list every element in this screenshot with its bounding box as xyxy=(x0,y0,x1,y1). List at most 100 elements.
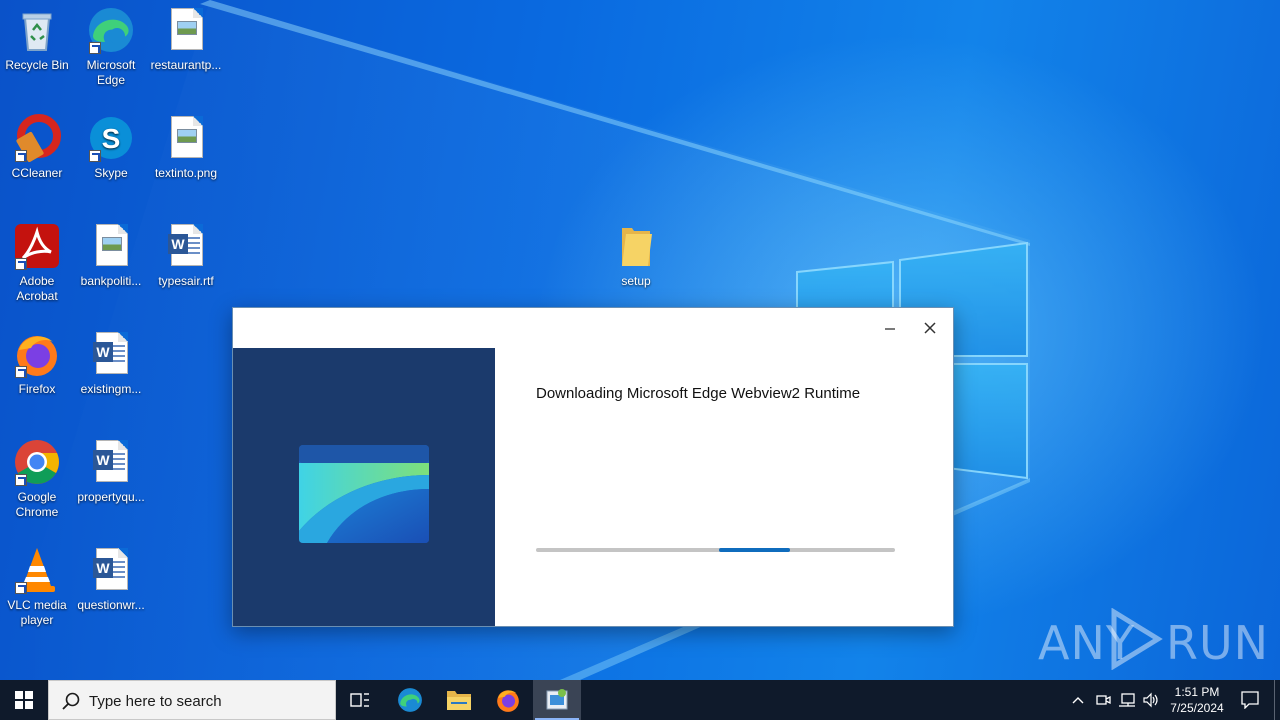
anyrun-watermark: ANY RUN xyxy=(1038,608,1268,672)
desktop-icon-label: Firefox xyxy=(18,382,56,396)
shortcut-arrow-icon xyxy=(89,150,101,162)
show-desktop-button[interactable] xyxy=(1274,680,1280,720)
volume-icon xyxy=(1143,692,1158,708)
play-logo-icon xyxy=(1111,608,1163,670)
minimize-button[interactable] xyxy=(870,312,910,344)
download-status-text: Downloading Microsoft Edge Webview2 Runt… xyxy=(536,385,861,402)
desktop-icon-setup[interactable]: setup xyxy=(599,222,673,289)
desktop-icon-label: textinto.png xyxy=(154,166,218,180)
desktop-icon-label: bankpoliti... xyxy=(80,274,142,288)
desktop-icon-label: Microsoft Edge xyxy=(86,58,136,87)
close-button[interactable] xyxy=(910,312,950,344)
shortcut-arrow-icon xyxy=(15,366,27,378)
desktop-icon-label: Skype xyxy=(94,166,128,180)
desktop-icon-ccleaner[interactable]: CCleaner xyxy=(0,114,74,181)
webview2-logo-icon xyxy=(299,445,429,543)
window-titlebar[interactable] xyxy=(233,308,953,348)
desktop-icon-propertyqu[interactable]: W propertyqu... xyxy=(74,438,148,505)
tray-network-button[interactable] xyxy=(1116,680,1138,720)
webview2-installer-window: Downloading Microsoft Edge Webview2 Runt… xyxy=(232,307,954,627)
download-progress-indicator xyxy=(719,548,790,552)
taskbar-installer-button[interactable] xyxy=(533,680,581,720)
start-button[interactable] xyxy=(0,680,48,720)
edge-icon xyxy=(87,6,135,54)
taskbar-search-box[interactable]: Type here to search xyxy=(48,680,336,720)
taskbar-firefox-button[interactable] xyxy=(484,680,532,720)
desktop-icon-existingm[interactable]: W existingm... xyxy=(74,330,148,397)
desktop-icon-adobe-acrobat[interactable]: Adobe Acrobat xyxy=(0,222,74,304)
desktop-icon-recycle-bin[interactable]: Recycle Bin xyxy=(0,6,74,73)
taskbar: Type here to search 1:51 PM 7/25/2024 xyxy=(0,680,1280,720)
notification-icon xyxy=(1241,691,1259,709)
desktop-icon-label: restaurantp... xyxy=(150,58,222,72)
folder-icon xyxy=(612,222,660,270)
word-document-icon: W xyxy=(162,222,210,270)
desktop-icon-label: propertyqu... xyxy=(77,490,145,504)
taskbar-edge-button[interactable] xyxy=(386,680,434,720)
minimize-icon xyxy=(885,328,895,330)
clock-time: 1:51 PM xyxy=(1174,685,1220,699)
shortcut-arrow-icon xyxy=(15,582,27,594)
desktop-icon-label: Google Chrome xyxy=(15,490,59,519)
tray-volume-button[interactable] xyxy=(1140,680,1162,720)
desktop-icon-textinto[interactable]: textinto.png xyxy=(149,114,223,181)
desktop-icon-restaurantp[interactable]: restaurantp... xyxy=(149,6,223,73)
installer-content-panel: Downloading Microsoft Edge Webview2 Runt… xyxy=(495,348,953,626)
task-view-button[interactable] xyxy=(336,680,384,720)
desktop-icon-google-chrome[interactable]: Google Chrome xyxy=(0,438,74,520)
ccleaner-icon xyxy=(13,114,61,163)
meet-now-icon xyxy=(1096,695,1111,705)
installer-icon xyxy=(546,689,568,710)
chevron-up-icon xyxy=(1072,697,1084,704)
desktop-icon-label: existingm... xyxy=(80,382,142,396)
search-icon xyxy=(62,692,80,710)
close-icon xyxy=(924,322,936,334)
watermark-text-run: RUN xyxy=(1166,616,1270,670)
word-document-icon: W xyxy=(87,546,135,594)
network-icon xyxy=(1119,693,1135,707)
desktop-icon-label: CCleaner xyxy=(11,166,63,180)
firefox-icon xyxy=(497,690,519,712)
word-document-icon: W xyxy=(87,438,135,486)
desktop-icon-microsoft-edge[interactable]: Microsoft Edge xyxy=(74,6,148,88)
shortcut-arrow-icon xyxy=(15,474,27,486)
edge-icon xyxy=(398,688,422,712)
image-file-icon xyxy=(162,114,210,162)
desktop-icon-skype[interactable]: S Skype xyxy=(74,114,148,181)
recycle-bin-icon xyxy=(13,6,61,54)
desktop-icon-label: typesair.rtf xyxy=(158,274,214,288)
desktop-icon-label: Recycle Bin xyxy=(5,58,69,72)
search-placeholder: Type here to search xyxy=(89,693,222,710)
desktop-icon-label: Adobe Acrobat xyxy=(16,274,58,303)
shortcut-arrow-icon xyxy=(15,150,27,162)
desktop-icon-label: setup xyxy=(621,274,651,288)
image-file-icon xyxy=(87,222,135,270)
action-center-button[interactable] xyxy=(1232,680,1268,720)
download-progress-bar xyxy=(536,548,895,552)
shortcut-arrow-icon xyxy=(15,258,27,270)
acrobat-icon xyxy=(13,222,61,270)
image-file-icon xyxy=(162,6,210,54)
tray-meet-now-button[interactable] xyxy=(1093,680,1113,720)
vlc-icon xyxy=(13,546,61,594)
skype-icon: S xyxy=(87,114,135,162)
desktop-icon-vlc[interactable]: VLC media player xyxy=(0,546,74,628)
tray-overflow-button[interactable] xyxy=(1066,680,1090,720)
chrome-icon xyxy=(13,438,61,486)
taskbar-file-explorer-button[interactable] xyxy=(435,680,483,720)
taskbar-clock[interactable]: 1:51 PM 7/25/2024 xyxy=(1164,680,1230,720)
firefox-icon xyxy=(13,330,61,378)
desktop-icon-typesair[interactable]: W typesair.rtf xyxy=(149,222,223,289)
svg-text:S: S xyxy=(102,123,121,154)
desktop-icon-label: questionwr... xyxy=(77,598,145,612)
clock-date: 7/25/2024 xyxy=(1170,701,1224,715)
installer-brand-panel xyxy=(233,348,495,626)
desktop-icon-label: VLC media player xyxy=(7,598,67,627)
desktop-icon-questionwr[interactable]: W questionwr... xyxy=(74,546,148,613)
desktop-icon-firefox[interactable]: Firefox xyxy=(0,330,74,397)
desktop-icon-bankpoliti[interactable]: bankpoliti... xyxy=(74,222,148,289)
task-view-icon xyxy=(350,693,369,707)
word-document-icon: W xyxy=(87,330,135,378)
shortcut-arrow-icon xyxy=(89,42,101,54)
file-explorer-icon xyxy=(447,691,471,710)
